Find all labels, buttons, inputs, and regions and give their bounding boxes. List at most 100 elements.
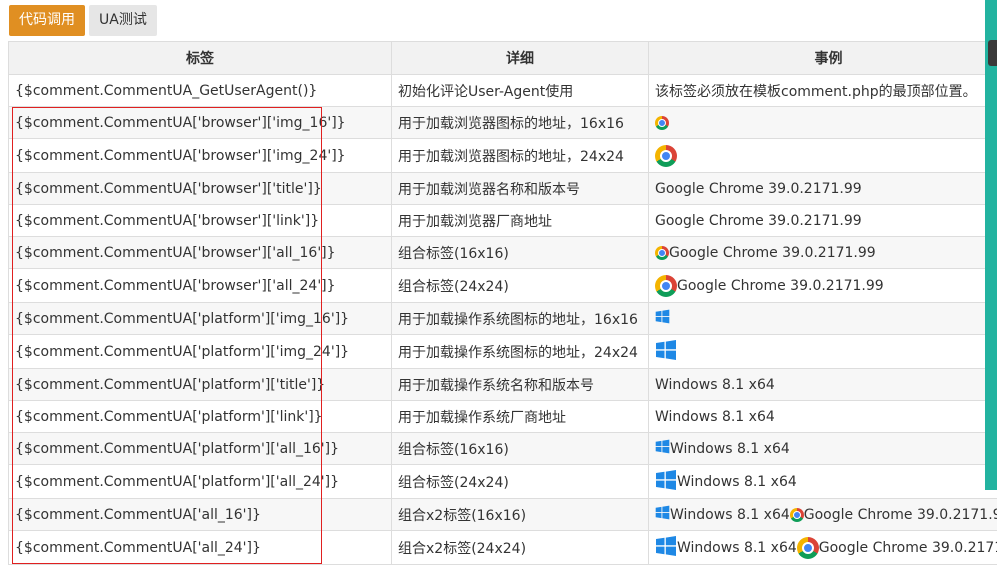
chrome-icon [796, 536, 819, 559]
example-text-2: Google Chrome 39.0.2171. [818, 539, 997, 556]
windows-icon [655, 535, 677, 561]
chrome-icon [655, 274, 677, 297]
example-content: 该标签必须放在模板comment.php的最顶部位置。 [655, 81, 997, 101]
tag-table-container: 标签 详细 事例 {$comment.CommentUA_GetUserAgen… [8, 41, 997, 565]
table-row: {$comment.CommentUA['browser']['img_24']… [8, 138, 997, 173]
example-cell: Windows 8.1 x64 Google Chrome 39.0.2171. [648, 530, 997, 565]
table-row: {$comment.CommentUA['browser']['title']}… [8, 172, 997, 205]
scrollbar-thumb[interactable] [988, 40, 997, 66]
windows-icon [655, 469, 677, 495]
tag-cell: {$comment.CommentUA['platform']['all_24'… [8, 464, 392, 499]
example-content: Windows 8.1 x64 [655, 439, 997, 458]
chrome-icon [655, 144, 677, 167]
table-row: {$comment.CommentUA['platform']['all_16'… [8, 432, 997, 465]
example-text: Windows 8.1 x64 [655, 376, 775, 393]
detail-cell: 组合标签(24x24) [391, 464, 649, 499]
detail-cell: 用于加载浏览器名称和版本号 [391, 172, 649, 205]
example-cell: 该标签必须放在模板comment.php的最顶部位置。 [648, 74, 997, 107]
column-header-example: 事例 [648, 41, 997, 75]
tag-cell: {$comment.CommentUA['all_24']} [8, 530, 392, 565]
example-cell: Google Chrome 39.0.2171.99 [648, 268, 997, 303]
example-cell: Windows 8.1 x64 [648, 432, 997, 465]
scrollbar[interactable] [985, 0, 997, 490]
detail-cell: 组合x2标签(24x24) [391, 530, 649, 565]
detail-cell: 用于加载浏览器厂商地址 [391, 204, 649, 237]
chrome-icon [789, 507, 804, 522]
example-text: Google Chrome 39.0.2171.99 [669, 244, 876, 261]
tag-cell: {$comment.CommentUA['browser']['link']} [8, 204, 392, 237]
table-row: {$comment.CommentUA['all_24']} 组合x2标签(24x… [8, 530, 997, 565]
example-cell: Google Chrome 39.0.2171.99 [648, 236, 997, 269]
example-text: Windows 8.1 x64 [670, 506, 790, 523]
example-text: Google Chrome 39.0.2171.99 [655, 180, 862, 197]
windows-icon [655, 439, 670, 458]
detail-cell: 用于加载操作系统图标的地址，16x16 [391, 302, 649, 335]
tag-cell: {$comment.CommentUA['browser']['img_24']… [8, 138, 392, 173]
example-content: Windows 8.1 x64 [655, 409, 997, 425]
table-row: {$comment.CommentUA['browser']['img_16']… [8, 106, 997, 139]
example-content: Google Chrome 39.0.2171.99 [655, 274, 997, 297]
tab-code-usage[interactable]: 代码调用 [9, 5, 85, 36]
example-text: 该标签必须放在模板comment.php的最顶部位置。 [655, 83, 977, 100]
example-cell: Google Chrome 39.0.2171.99 [648, 172, 997, 205]
table-row: {$comment.CommentUA['platform']['link']}… [8, 400, 997, 433]
example-content: Google Chrome 39.0.2171.99 [655, 213, 997, 229]
detail-cell: 初始化评论User-Agent使用 [391, 74, 649, 107]
example-content: Windows 8.1 x64 [655, 469, 997, 495]
detail-cell: 用于加载操作系统厂商地址 [391, 400, 649, 433]
chrome-icon [655, 115, 669, 130]
example-content: Windows 8.1 x64 [655, 377, 997, 393]
windows-icon [655, 339, 677, 365]
detail-cell: 组合标签(24x24) [391, 268, 649, 303]
table-row: {$comment.CommentUA['platform']['img_16'… [8, 302, 997, 335]
detail-cell: 组合标签(16x16) [391, 236, 649, 269]
example-text: Google Chrome 39.0.2171.99 [677, 277, 884, 294]
tag-cell: {$comment.CommentUA['platform']['title']… [8, 368, 392, 401]
detail-cell: 组合x2标签(16x16) [391, 498, 649, 531]
example-text: Windows 8.1 x64 [655, 408, 775, 425]
table-row: {$comment.CommentUA['browser']['all_16']… [8, 236, 997, 269]
example-cell [648, 334, 997, 369]
example-content: Windows 8.1 x64 Google Chrome 39.0.2171.9… [655, 505, 997, 524]
example-cell [648, 302, 997, 335]
tag-cell: {$comment.CommentUA['platform']['link']} [8, 400, 392, 433]
tag-cell: {$comment.CommentUA_GetUserAgent()} [8, 74, 392, 107]
example-content [655, 309, 997, 328]
tag-cell: {$comment.CommentUA['all_16']} [8, 498, 392, 531]
example-cell: Google Chrome 39.0.2171.99 [648, 204, 997, 237]
table-row: {$comment.CommentUA['browser']['link']} 用… [8, 204, 997, 237]
column-header-tag: 标签 [8, 41, 392, 75]
windows-icon [655, 309, 670, 328]
detail-cell: 用于加载操作系统名称和版本号 [391, 368, 649, 401]
example-content: Google Chrome 39.0.2171.99 [655, 245, 997, 261]
tag-cell: {$comment.CommentUA['platform']['img_16'… [8, 302, 392, 335]
example-text: Windows 8.1 x64 [677, 539, 797, 556]
chrome-icon [655, 245, 669, 260]
table-row: {$comment.CommentUA['platform']['img_24'… [8, 334, 997, 369]
example-cell [648, 138, 997, 173]
detail-cell: 用于加载浏览器图标的地址，24x24 [391, 138, 649, 173]
example-cell: Windows 8.1 x64 [648, 400, 997, 433]
example-text: Windows 8.1 x64 [670, 440, 790, 457]
table-row: {$comment.CommentUA['all_16']} 组合x2标签(16x… [8, 498, 997, 531]
tag-cell: {$comment.CommentUA['platform']['img_24'… [8, 334, 392, 369]
table-row: {$comment.CommentUA_GetUserAgent()} 初始化评论… [8, 74, 997, 107]
table-row: {$comment.CommentUA['platform']['all_24'… [8, 464, 997, 499]
example-content [655, 339, 997, 365]
tag-table: 标签 详细 事例 {$comment.CommentUA_GetUserAgen… [8, 41, 997, 565]
example-content [655, 115, 997, 130]
column-header-detail: 详细 [391, 41, 649, 75]
windows-icon [655, 505, 670, 524]
tag-cell: {$comment.CommentUA['platform']['all_16'… [8, 432, 392, 465]
tag-cell: {$comment.CommentUA['browser']['title']} [8, 172, 392, 205]
tag-cell: {$comment.CommentUA['browser']['img_16']… [8, 106, 392, 139]
detail-cell: 用于加载操作系统图标的地址，24x24 [391, 334, 649, 369]
example-cell: Windows 8.1 x64 [648, 464, 997, 499]
tab-ua-test[interactable]: UA测试 [89, 5, 157, 36]
table-header-row: 标签 详细 事例 [8, 41, 997, 75]
tag-cell: {$comment.CommentUA['browser']['all_24']… [8, 268, 392, 303]
table-row: {$comment.CommentUA['platform']['title']… [8, 368, 997, 401]
example-content: Windows 8.1 x64 Google Chrome 39.0.2171. [655, 535, 997, 561]
example-text: Windows 8.1 x64 [677, 473, 797, 490]
example-cell [648, 106, 997, 139]
